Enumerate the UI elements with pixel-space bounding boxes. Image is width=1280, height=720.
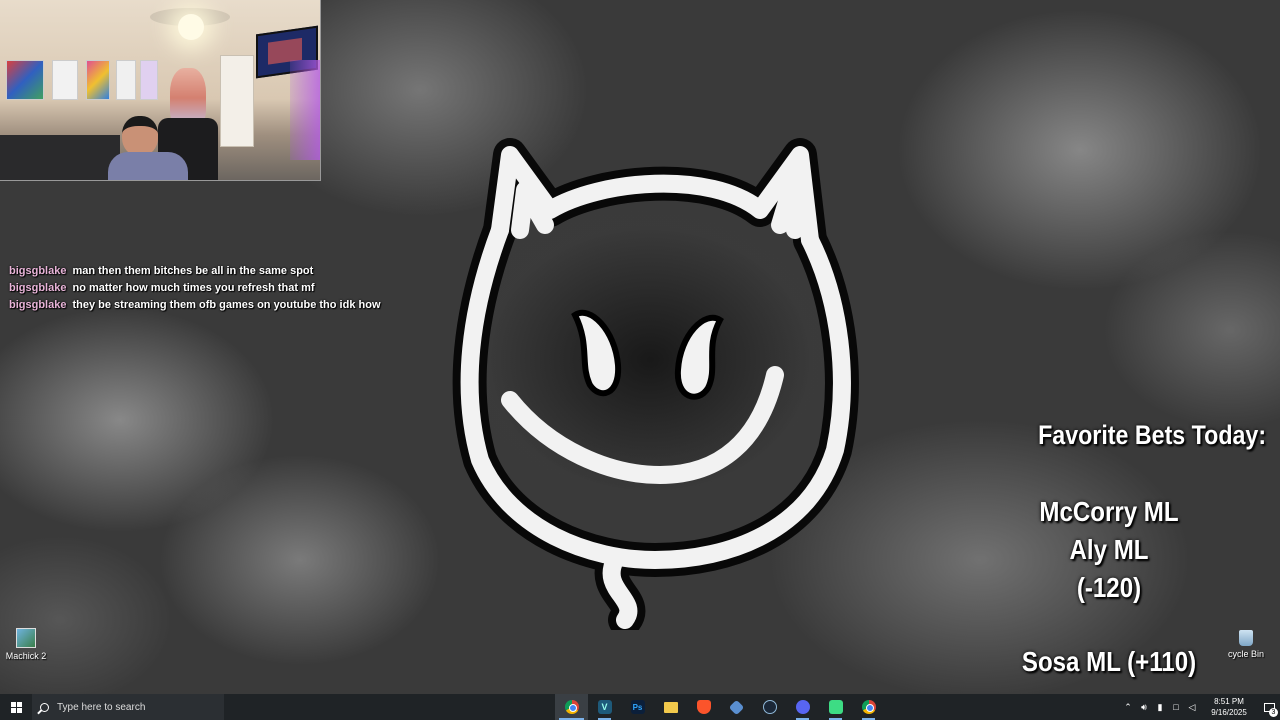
taskbar-app-brave[interactable]: [687, 694, 720, 720]
bet-line: McCorry ML: [1039, 496, 1179, 527]
windows-icon: [10, 701, 22, 713]
devil-smiley-logo: [452, 138, 859, 630]
taskbar-apps: V Ps: [555, 694, 885, 720]
chat-message: bigsgblake man then them bitches be all i…: [9, 263, 381, 280]
steam-icon: [762, 700, 777, 714]
streamer: [108, 116, 188, 180]
chat-text: man then them bitches be all in the same…: [72, 265, 314, 277]
search-placeholder: Type here to search: [57, 701, 146, 713]
chrome-icon: [564, 700, 579, 714]
vegas-icon: V: [597, 700, 612, 714]
diamond-app-icon: [728, 699, 745, 715]
machick-icon: [16, 628, 36, 648]
start-button[interactable]: [0, 694, 32, 720]
taskbar-app-steam[interactable]: [753, 694, 786, 720]
chevron-up-icon[interactable]: ⌃: [1120, 694, 1136, 720]
chat-username: bigsgblake: [9, 265, 67, 277]
bet-line: Aly ML: [1069, 534, 1149, 565]
taskbar-clock[interactable]: 8:51 PM 9/16/2025: [1204, 696, 1254, 718]
taskbar-app-android[interactable]: [819, 694, 852, 720]
desktop-wallpaper: bigsgblake man then them bitches be all i…: [0, 0, 1280, 694]
discord-icon: [795, 700, 810, 714]
search-icon: [40, 702, 49, 712]
volume-icon[interactable]: ◁: [1184, 694, 1200, 720]
photoshop-icon: Ps: [630, 700, 645, 714]
clock-date: 9/16/2025: [1211, 708, 1247, 717]
taskbar-app-chrome[interactable]: [555, 694, 588, 720]
wall-art: [86, 60, 110, 100]
notification-center-button[interactable]: 3: [1258, 694, 1280, 720]
taskbar-app-chrome-2[interactable]: [852, 694, 885, 720]
chrome-icon: [861, 700, 876, 714]
recycle-bin-icon: [1239, 630, 1253, 646]
android-icon: [828, 700, 843, 714]
desktop-icon-recycle-bin[interactable]: cycle Bin: [1216, 630, 1276, 659]
file-explorer-icon: [663, 701, 678, 713]
chat-message: bigsgblake they be streaming them ofb gam…: [9, 297, 381, 314]
wall-art: [116, 60, 136, 100]
streamer-body: [108, 152, 188, 180]
desktop-icon-label: Machick 2: [5, 651, 47, 661]
brave-icon: [696, 700, 711, 714]
system-tray: ⌃ 🔊︎ ▮ □ ◁ 8:51 PM 9/16/2025 3: [1120, 694, 1280, 720]
notification-badge: 3: [1269, 708, 1278, 717]
speaker-icon[interactable]: 🔊︎: [1136, 694, 1152, 720]
ceiling-light: [178, 14, 204, 40]
chat-overlay: bigsgblake man then them bitches be all i…: [9, 263, 381, 314]
microphone-icon[interactable]: ▮: [1152, 694, 1168, 720]
taskbar-app-file-explorer[interactable]: [654, 694, 687, 720]
taskbar-app-photoshop[interactable]: Ps: [621, 694, 654, 720]
webcam-overlay: [0, 0, 321, 181]
taskbar-search[interactable]: Type here to search: [32, 694, 224, 720]
wall-art: [52, 60, 78, 100]
streamer-head: [122, 116, 158, 156]
network-icon[interactable]: □: [1168, 694, 1184, 720]
chat-text: they be streaming them ofb games on yout…: [72, 299, 381, 311]
desktop-icon-machick[interactable]: Machick 2: [0, 628, 56, 661]
desk: [0, 135, 120, 180]
bets-title: Favorite Bets Today:: [1038, 420, 1266, 450]
chat-username: bigsgblake: [9, 282, 67, 294]
desktop-icon-label: cycle Bin: [1227, 649, 1264, 659]
chat-message: bigsgblake no matter how much times you r…: [9, 280, 381, 297]
door: [220, 55, 254, 147]
taskbar: Type here to search V Ps ⌃ 🔊︎ ▮ □ ◁ 8:51…: [0, 694, 1280, 720]
clock-time: 8:51 PM: [1214, 697, 1244, 706]
taskbar-app-discord[interactable]: [786, 694, 819, 720]
taskbar-app-vegas[interactable]: V: [588, 694, 621, 720]
led-light: [290, 60, 320, 160]
chat-username: bigsgblake: [9, 299, 67, 311]
bet-line: (-120): [1076, 572, 1142, 603]
wall-art: [140, 60, 158, 100]
chat-text: no matter how much times you refresh tha…: [72, 282, 315, 294]
bet-line: Sosa ML (+110): [1021, 646, 1197, 677]
wall-art: [6, 60, 44, 100]
taskbar-app-diamond[interactable]: [720, 694, 753, 720]
